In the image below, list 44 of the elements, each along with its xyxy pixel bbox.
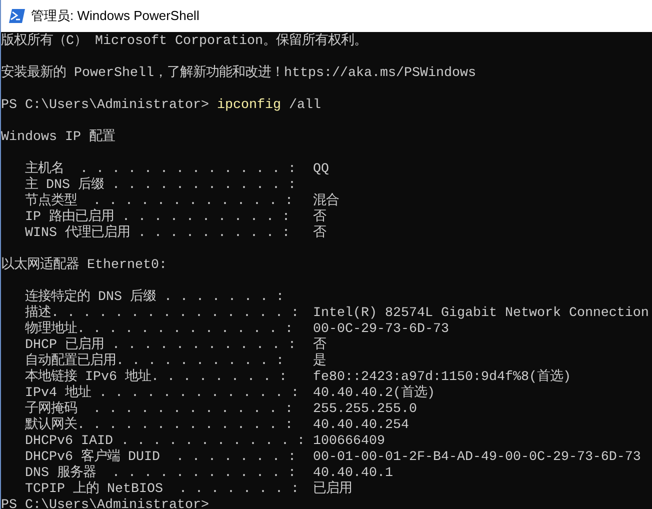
argument-text: /all: [288, 98, 321, 114]
field-value: 00-0C-29-73-6D-73: [313, 322, 449, 338]
field-value: 否: [313, 338, 326, 353]
field-label: DHCPv6 客户端 DUID . . . . . . . :: [25, 450, 297, 465]
field-label: 本地链接 IPv6 地址. . . . . . . . :: [25, 370, 288, 385]
field-label: 描述. . . . . . . . . . . . . . . :: [25, 306, 300, 321]
console-line: 版权所有（C） Microsoft Corporation。保留所有权利。: [1, 34, 367, 50]
field-label: 物理地址. . . . . . . . . . . . . :: [25, 322, 294, 337]
field-value: 否: [313, 210, 326, 226]
field-value: 是: [313, 354, 326, 370]
field-label: DHCP 已启用 . . . . . . . . . . . :: [25, 338, 297, 353]
console-line: 以太网适配器 Ethernet0:: [1, 258, 167, 274]
field-value: 255.255.255.0: [313, 402, 417, 418]
field-label: 节点类型 . . . . . . . . . . . . :: [25, 194, 294, 209]
field-value: 40.40.40.2(首选): [313, 386, 435, 402]
field-value: 混合: [313, 194, 339, 210]
field-label: WINS 代理已启用 . . . . . . . . . :: [25, 226, 291, 242]
field-value: 40.40.40.254: [313, 418, 409, 434]
field-label: DHCPv6 IAID . . . . . . . . . . . :: [25, 434, 306, 449]
field-value: Intel(R) 82574L Gigabit Network Connection: [313, 306, 649, 322]
field-value: fe80::2423:a97d:1150:9d4f%8(首选): [313, 370, 571, 385]
prompt-text: PS C:\Users\Administrator>: [1, 498, 209, 509]
window-title: 管理员: Windows PowerShell: [31, 7, 200, 26]
field-label: 连接特定的 DNS 后缀 . . . . . . . :: [25, 290, 285, 305]
field-label: 子网掩码 . . . . . . . . . . . . :: [25, 402, 294, 417]
field-value: 00-01-00-01-2F-B4-AD-49-00-0C-29-73-6D-73: [313, 450, 641, 466]
field-label: IPv4 地址 . . . . . . . . . . . . :: [25, 386, 300, 401]
field-value: 100666409: [313, 434, 385, 450]
field-label: TCPIP 上的 NetBIOS . . . . . . . :: [25, 482, 300, 498]
field-value: 否: [313, 226, 326, 242]
powershell-icon: [9, 9, 25, 23]
field-label: 主机名 . . . . . . . . . . . . . :: [25, 162, 297, 177]
field-value: 40.40.40.1: [313, 466, 393, 481]
console-line: Windows IP 配置: [1, 130, 115, 146]
field-label: DNS 服务器 . . . . . . . . . . . :: [25, 466, 297, 481]
field-label: IP 路由已启用 . . . . . . . . . . :: [25, 210, 291, 225]
field-value: 已启用: [313, 482, 352, 498]
field-label: 默认网关. . . . . . . . . . . . . :: [25, 418, 294, 434]
command-text: ipconfig: [216, 98, 281, 114]
field-value: QQ: [313, 162, 329, 178]
field-label: 主 DNS 后缀 . . . . . . . . . . . :: [25, 178, 297, 193]
field-label: 自动配置已启用. . . . . . . . . . :: [25, 354, 285, 369]
prompt-text: PS C:\Users\Administrator>: [1, 98, 209, 114]
console-line: 安装最新的 PowerShell，了解新功能和改进！https://aka.ms/PSWindows: [1, 66, 476, 82]
